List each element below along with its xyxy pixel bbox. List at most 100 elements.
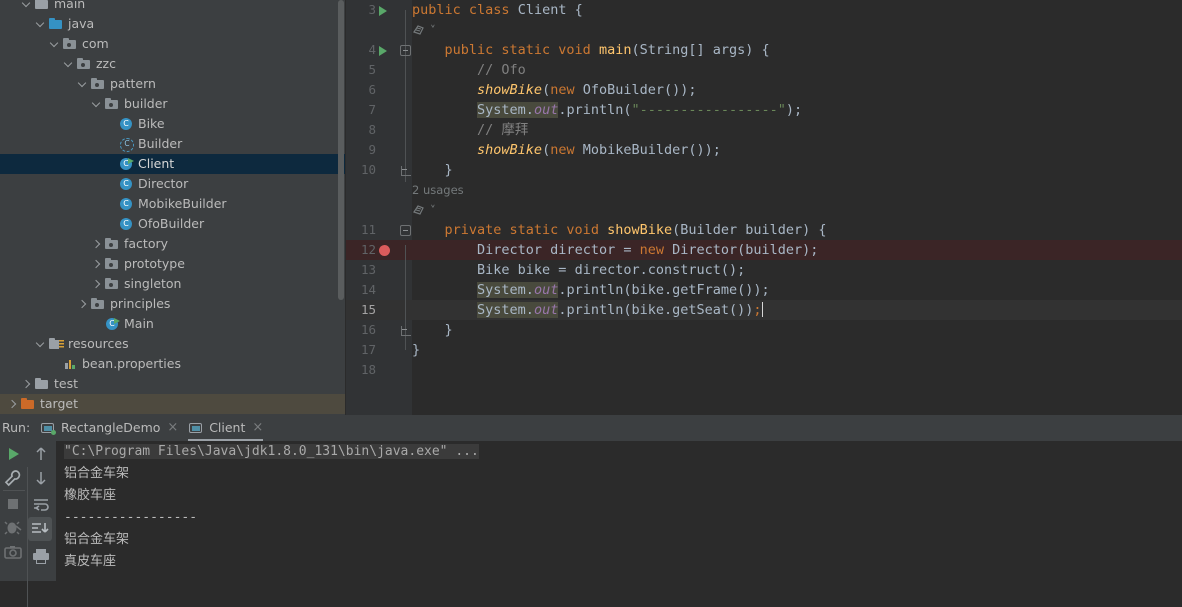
chevron-closed-icon[interactable] <box>78 300 87 309</box>
code-line[interactable]: 5 // Ofo <box>346 60 1182 80</box>
code-fold-start-icon[interactable] <box>400 225 411 236</box>
code-line[interactable]: ˅ <box>346 20 1182 40</box>
code-line[interactable]: 11 private static void showBike(Builder … <box>346 220 1182 240</box>
tree-item-factory[interactable]: factory <box>0 234 346 254</box>
tree-item-zzc[interactable]: zzc <box>0 54 346 74</box>
chevron-open-icon[interactable] <box>78 80 87 89</box>
code-line[interactable]: 14 System.out.println(bike.getFrame()); <box>346 280 1182 300</box>
code-line[interactable]: 18 <box>346 360 1182 380</box>
tree-item-main[interactable]: main <box>0 0 346 14</box>
chevron-open-icon[interactable] <box>64 60 73 69</box>
code-text[interactable]: public static void main(String[] args) { <box>412 40 770 60</box>
code-line[interactable]: 8 // 摩拜 <box>346 120 1182 140</box>
tree-item-prototype[interactable]: prototype <box>0 254 346 274</box>
code-text[interactable]: Bike bike = director.construct(); <box>412 260 745 280</box>
code-text[interactable]: System.out.println("-----------------"); <box>412 100 802 120</box>
code-line[interactable]: 7 System.out.println("-----------------"… <box>346 100 1182 120</box>
scroll-down-icon[interactable] <box>30 467 52 489</box>
chevron-open-icon[interactable] <box>92 100 101 109</box>
code-vision-implementations-icon[interactable]: ˅ <box>412 20 436 40</box>
code-fold-end-icon[interactable] <box>400 325 411 336</box>
tree-item-principles[interactable]: principles <box>0 294 346 314</box>
chevron-down-icon[interactable]: ˅ <box>430 23 436 37</box>
tree-item-singleton[interactable]: singleton <box>0 274 346 294</box>
code-line[interactable]: 3 public class Client { <box>346 0 1182 20</box>
close-tab-icon[interactable]: × <box>252 415 263 441</box>
code-text[interactable]: // 摩拜 <box>412 120 528 140</box>
chevron-closed-icon[interactable] <box>92 280 101 289</box>
chevron-open-icon[interactable] <box>36 20 45 29</box>
chevron-open-icon[interactable] <box>36 340 45 349</box>
code-line[interactable]: 13 Bike bike = director.construct(); <box>346 260 1182 280</box>
code-fold-end-icon[interactable] <box>400 165 411 176</box>
debug-icon[interactable] <box>2 517 24 539</box>
code-text[interactable]: Director director = new Director(builder… <box>412 240 818 260</box>
tree-item-builder[interactable]: builder <box>0 94 346 114</box>
implementations-icon[interactable] <box>412 24 426 36</box>
code-line[interactable]: 6 showBike(new OfoBuilder()); <box>346 80 1182 100</box>
code-text[interactable]: } <box>412 160 453 180</box>
code-text[interactable]: // Ofo <box>412 60 526 80</box>
code-text[interactable]: public class Client { <box>412 0 583 20</box>
tree-item-java[interactable]: java <box>0 14 346 34</box>
code-editor[interactable]: 3 public class Client { ˅ 4 public static v… <box>346 0 1182 415</box>
tree-item-bean-properties[interactable]: bean.properties <box>0 354 346 374</box>
console-output[interactable]: "C:\Program Files\Java\jdk1.8.0_131\bin\… <box>56 441 1182 581</box>
chevron-down-icon[interactable]: ˅ <box>430 203 436 217</box>
chevron-open-icon[interactable] <box>50 40 59 49</box>
scroll-to-end-icon[interactable] <box>28 517 52 541</box>
code-text[interactable]: showBike(new MobikeBuilder()); <box>412 140 721 160</box>
tree-item-resources[interactable]: resources <box>0 334 346 354</box>
code-line[interactable]: 4 public static void main(String[] args)… <box>346 40 1182 60</box>
code-line[interactable]: 9 showBike(new MobikeBuilder()); <box>346 140 1182 160</box>
code-line[interactable]: 15 System.out.println(bike.getSeat()); <box>346 300 1182 320</box>
tree-item-pattern[interactable]: pattern <box>0 74 346 94</box>
print-icon[interactable] <box>30 545 52 567</box>
tree-item-target[interactable]: target <box>0 394 346 414</box>
rerun-icon[interactable] <box>2 443 24 465</box>
code-line[interactable]: 16 } <box>346 320 1182 340</box>
usages-hint[interactable]: 2 usages <box>412 180 464 200</box>
code-text[interactable]: System.out.println(bike.getSeat()); <box>412 300 764 320</box>
tree-item-ofobuilder[interactable]: C OfoBuilder <box>0 214 346 234</box>
scroll-up-icon[interactable] <box>30 443 52 465</box>
code-text[interactable]: System.out.println(bike.getFrame()); <box>412 280 770 300</box>
tree-item-main[interactable]: C Main <box>0 314 346 334</box>
code-vision-implementations-icon[interactable]: ˅ <box>412 200 436 220</box>
tree-item-com[interactable]: com <box>0 34 346 54</box>
code-fold-start-icon[interactable] <box>400 45 411 56</box>
chevron-closed-icon[interactable] <box>8 400 17 409</box>
tree-item-director[interactable]: C Director <box>0 174 346 194</box>
tree-item-test[interactable]: test <box>0 374 346 394</box>
implementations-icon[interactable] <box>412 204 426 216</box>
code-line[interactable]: 2 usages <box>346 180 1182 200</box>
project-tree-panel[interactable]: main java com zzc pattern builder C Bike C Builde… <box>0 0 346 415</box>
run-tab-rectangledemo[interactable]: RectangleDemo × <box>40 415 178 441</box>
chevron-open-icon[interactable] <box>22 0 31 9</box>
run-gutter-icon[interactable] <box>379 46 387 56</box>
soft-wrap-icon[interactable] <box>30 493 52 515</box>
tree-item-bike[interactable]: C Bike <box>0 114 346 134</box>
editor-code-area[interactable]: 3 public class Client { ˅ 4 public static v… <box>346 0 1182 415</box>
code-text[interactable]: showBike(new OfoBuilder()); <box>412 80 696 100</box>
code-line[interactable]: ˅ <box>346 200 1182 220</box>
chevron-closed-icon[interactable] <box>92 260 101 269</box>
code-text[interactable]: private static void showBike(Builder bui… <box>412 220 827 240</box>
code-text[interactable]: } <box>412 320 453 340</box>
project-tree-scrollbar[interactable] <box>338 0 344 300</box>
run-tab-client[interactable]: Client × <box>188 415 264 441</box>
code-line[interactable]: 17} <box>346 340 1182 360</box>
tree-item-mobikebuilder[interactable]: C MobikeBuilder <box>0 194 346 214</box>
chevron-closed-icon[interactable] <box>92 240 101 249</box>
stop-icon[interactable] <box>2 493 24 515</box>
chevron-closed-icon[interactable] <box>22 380 31 389</box>
breakpoint-icon[interactable] <box>379 245 390 256</box>
tree-item-client[interactable]: C Client <box>0 154 346 174</box>
camera-icon[interactable] <box>2 541 24 563</box>
tree-item-builder[interactable]: C Builder <box>0 134 346 154</box>
settings-icon[interactable] <box>2 467 24 489</box>
close-tab-icon[interactable]: × <box>167 415 178 441</box>
code-line[interactable]: 12 Director director = new Director(buil… <box>346 240 1182 260</box>
code-text[interactable]: } <box>412 340 420 360</box>
code-line[interactable]: 10 } <box>346 160 1182 180</box>
